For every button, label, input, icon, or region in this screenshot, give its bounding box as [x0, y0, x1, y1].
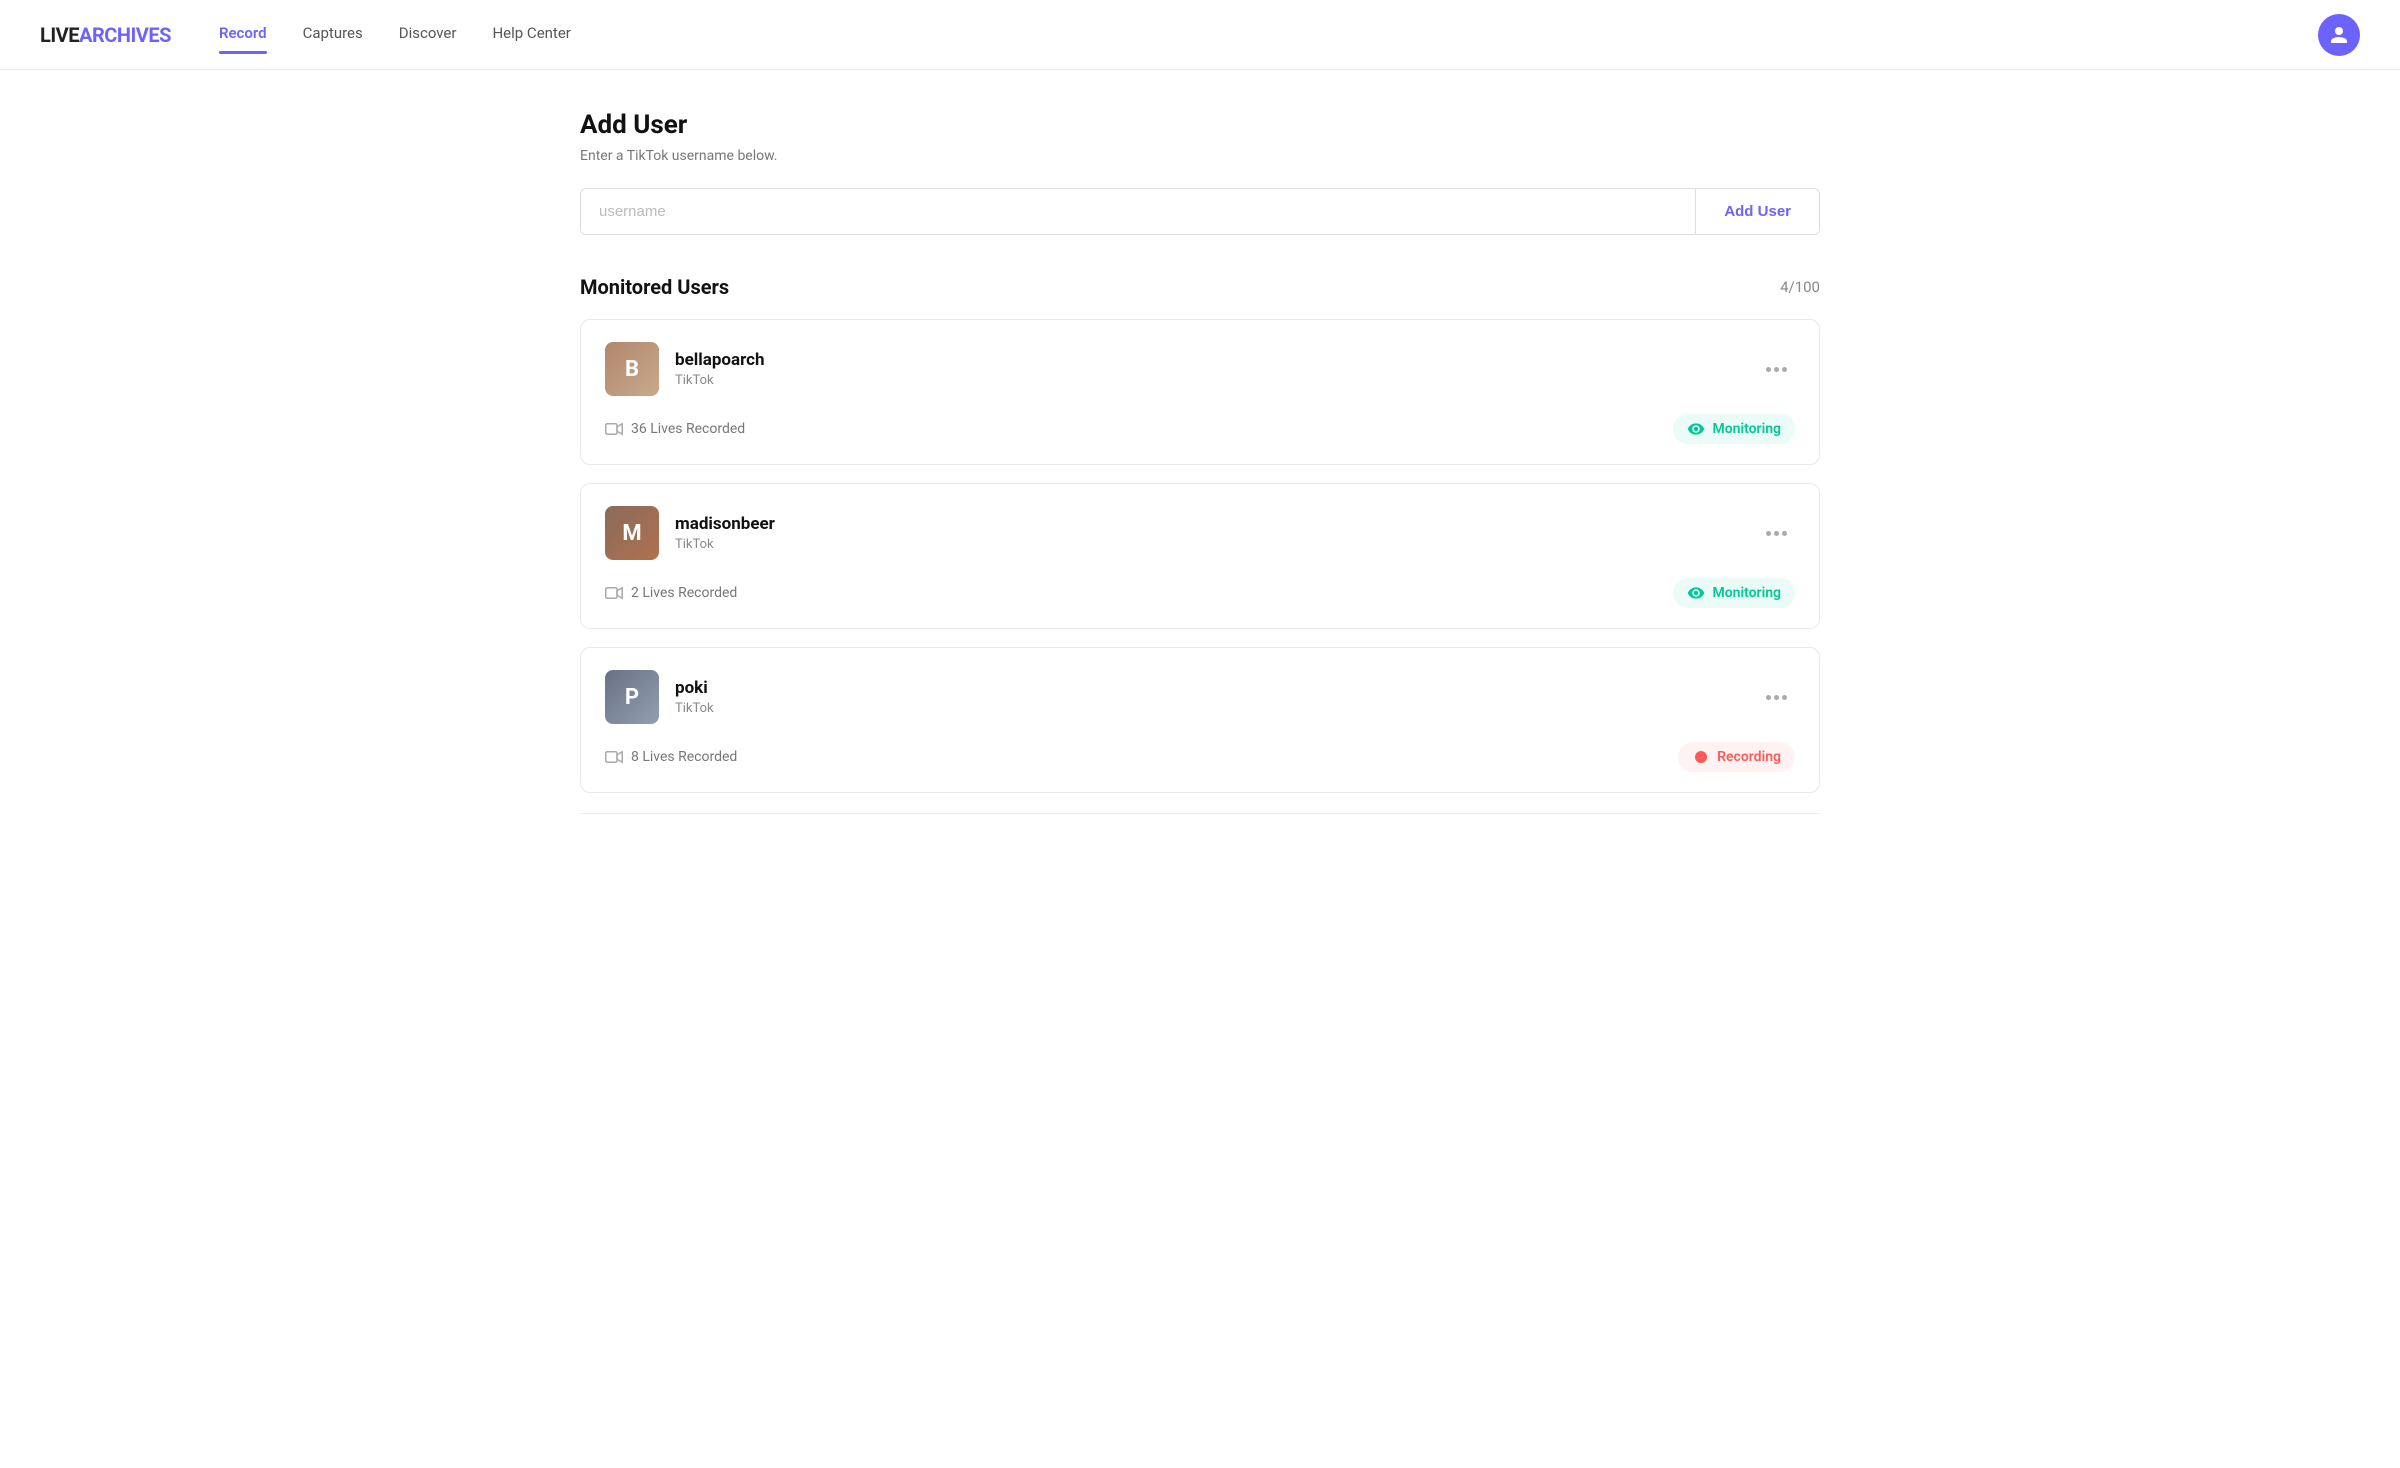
user-card-top: B bellapoarch TikTok — [605, 342, 1795, 396]
user-details: bellapoarch TikTok — [675, 350, 765, 388]
user-card-top: P poki TikTok — [605, 670, 1795, 724]
add-user-form: Add User — [580, 188, 1820, 235]
user-card-bottom: 36 Lives Recorded Monitoring — [605, 414, 1795, 444]
dot-3 — [1782, 367, 1787, 372]
monitored-count: 4/100 — [1780, 278, 1820, 296]
user-name: madisonbeer — [675, 514, 775, 534]
main-nav: Record Captures Discover Help Center — [219, 24, 2318, 46]
status-badge: Monitoring — [1673, 578, 1795, 608]
user-card-bottom: 2 Lives Recorded Monitoring — [605, 578, 1795, 608]
user-avatar: P — [605, 670, 659, 724]
logo-archives: ARCHIVES — [79, 23, 171, 47]
nav-item-record[interactable]: Record — [219, 24, 267, 46]
add-user-section: Add User Enter a TikTok username below. … — [580, 110, 1820, 235]
user-info: M madisonbeer TikTok — [605, 506, 775, 560]
lives-count: 8 Lives Recorded — [631, 749, 737, 765]
header-right — [2318, 14, 2360, 56]
user-details: madisonbeer TikTok — [675, 514, 775, 552]
monitored-users-section: Monitored Users 4/100 B bellapoarch TikT… — [580, 275, 1820, 793]
footer-divider — [580, 813, 1820, 814]
lives-count: 36 Lives Recorded — [631, 421, 745, 437]
dot-2 — [1774, 367, 1779, 372]
user-cards-container: B bellapoarch TikTok — [580, 319, 1820, 793]
add-user-title: Add User — [580, 110, 1820, 140]
dot-1 — [1766, 695, 1771, 700]
user-name: poki — [675, 678, 714, 698]
user-card: P poki TikTok — [580, 647, 1820, 793]
nav-item-captures[interactable]: Captures — [303, 24, 363, 46]
dot-2 — [1774, 695, 1779, 700]
user-card-bottom: 8 Lives Recorded Recording — [605, 742, 1795, 772]
status-badge: Monitoring — [1673, 414, 1795, 444]
video-icon — [605, 586, 623, 600]
user-details: poki TikTok — [675, 678, 714, 716]
status-label: Recording — [1717, 749, 1781, 765]
header: LIVEARCHIVES Record Captures Discover He… — [0, 0, 2400, 70]
monitored-title: Monitored Users — [580, 275, 729, 299]
user-info: P poki TikTok — [605, 670, 714, 724]
status-badge: Recording — [1678, 742, 1795, 772]
more-options-button[interactable] — [1758, 691, 1795, 704]
lives-recorded: 8 Lives Recorded — [605, 749, 737, 765]
lives-count: 2 Lives Recorded — [631, 585, 737, 601]
video-icon — [605, 422, 623, 436]
lives-recorded: 2 Lives Recorded — [605, 585, 737, 601]
nav-item-discover[interactable]: Discover — [399, 24, 457, 46]
user-platform: TikTok — [675, 701, 714, 716]
dot-2 — [1774, 531, 1779, 536]
user-name: bellapoarch — [675, 350, 765, 370]
user-platform: TikTok — [675, 373, 765, 388]
more-options-button[interactable] — [1758, 363, 1795, 376]
status-label: Monitoring — [1712, 585, 1781, 601]
eye-icon — [1687, 420, 1705, 438]
dot-1 — [1766, 531, 1771, 536]
username-input[interactable] — [581, 189, 1695, 234]
user-icon — [2329, 25, 2349, 45]
dot-3 — [1782, 531, 1787, 536]
more-options-button[interactable] — [1758, 527, 1795, 540]
lives-recorded: 36 Lives Recorded — [605, 421, 745, 437]
logo: LIVEARCHIVES — [40, 23, 171, 47]
dot-1 — [1766, 367, 1771, 372]
add-user-subtitle: Enter a TikTok username below. — [580, 148, 1820, 164]
add-user-button[interactable]: Add User — [1695, 189, 1819, 234]
status-label: Monitoring — [1712, 421, 1781, 437]
user-platform: TikTok — [675, 537, 775, 552]
eye-icon — [1687, 584, 1705, 602]
main-content: Add User Enter a TikTok username below. … — [540, 70, 1860, 854]
dot-3 — [1782, 695, 1787, 700]
user-avatar: M — [605, 506, 659, 560]
user-avatar-button[interactable] — [2318, 14, 2360, 56]
logo-live: LIVE — [40, 23, 79, 47]
user-info: B bellapoarch TikTok — [605, 342, 765, 396]
user-avatar: B — [605, 342, 659, 396]
user-card-top: M madisonbeer TikTok — [605, 506, 1795, 560]
video-icon — [605, 750, 623, 764]
user-card: M madisonbeer TikTok — [580, 483, 1820, 629]
user-card: B bellapoarch TikTok — [580, 319, 1820, 465]
nav-item-help[interactable]: Help Center — [492, 24, 570, 46]
record-icon — [1692, 748, 1710, 766]
monitored-header: Monitored Users 4/100 — [580, 275, 1820, 299]
